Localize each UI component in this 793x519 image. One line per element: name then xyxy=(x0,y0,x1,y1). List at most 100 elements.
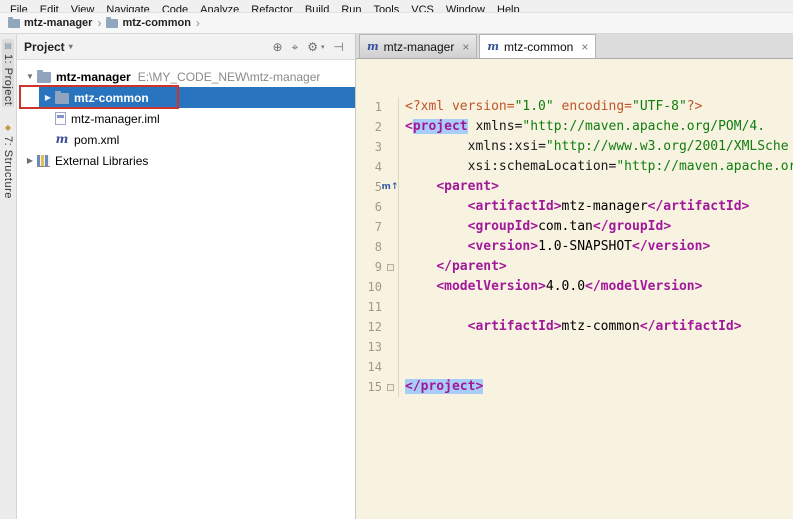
menu-tools[interactable]: Tools xyxy=(368,2,406,13)
editor-tab-bar: mmtz-manager×mmtz-common× xyxy=(356,34,793,59)
gutter: 13 xyxy=(356,337,399,357)
breadcrumb-item-mtz-manager[interactable]: mtz-manager xyxy=(8,17,92,29)
code-text xyxy=(399,297,405,317)
menu-navigate[interactable]: Navigate xyxy=(100,2,155,13)
token-attr: xmlns:xsi= xyxy=(468,139,546,154)
breadcrumb: mtz-manager›mtz-common› xyxy=(0,13,793,34)
menu-analyze[interactable]: Analyze xyxy=(194,2,245,13)
code-line-9[interactable]: 9 </parent> xyxy=(356,257,793,277)
token-val: "http://maven.apache.org xyxy=(616,159,793,174)
close-tab-icon[interactable]: × xyxy=(462,40,469,54)
folder-icon xyxy=(55,93,69,104)
settings-gear-icon[interactable]: ⚙ xyxy=(307,40,318,54)
libs-icon xyxy=(37,155,50,167)
token-text: com.tan xyxy=(538,219,593,234)
project-tree: ▼mtz-managerE:\MY_CODE_NEW\mtz-manager▶m… xyxy=(17,60,355,519)
tree-node-mtz-manager[interactable]: ▼mtz-managerE:\MY_CODE_NEW\mtz-manager xyxy=(17,66,355,87)
code-line-11[interactable]: 11 xyxy=(356,297,793,317)
code-line-6[interactable]: 6 <artifactId>mtz-manager</artifactId> xyxy=(356,197,793,217)
hide-panel-icon[interactable]: ⊣ xyxy=(334,40,344,54)
collapse-arrow-icon[interactable]: ▼ xyxy=(23,72,37,81)
left-tool-strip: ▤1: Project ◆7: Structure xyxy=(0,34,17,519)
maven-file-icon: m xyxy=(55,133,69,146)
code-line-4[interactable]: 4 xsi:schemaLocation="http://maven.apach… xyxy=(356,157,793,177)
menu-code[interactable]: Code xyxy=(156,2,194,13)
gutter: 8 xyxy=(356,237,399,257)
token-plain xyxy=(405,219,468,234)
menu-window[interactable]: Window xyxy=(440,2,491,13)
code-text: <version>1.0-SNAPSHOT</version> xyxy=(399,237,710,257)
code-line-13[interactable]: 13 xyxy=(356,337,793,357)
code-line-15[interactable]: 15</project> xyxy=(356,377,793,397)
tool-button-project[interactable]: ▤1: Project xyxy=(2,39,14,107)
maven-file-icon: m xyxy=(367,40,379,53)
code-line-8[interactable]: 8 <version>1.0-SNAPSHOT</version> xyxy=(356,237,793,257)
tab-mtz-manager[interactable]: mmtz-manager× xyxy=(359,34,477,58)
line-number: 9 xyxy=(356,257,382,277)
tree-node-External Libraries[interactable]: ▶External Libraries xyxy=(17,150,355,171)
breadcrumb-label: mtz-common xyxy=(122,17,190,29)
editor-area: mmtz-manager×mmtz-common× 1<?xml version… xyxy=(356,34,793,519)
tree-node-pom.xml[interactable]: mpom.xml xyxy=(17,129,355,150)
project-view-dropdown[interactable]: Project ▾ xyxy=(24,40,73,54)
collapse-all-icon[interactable]: ⊕ xyxy=(272,40,282,54)
editor[interactable]: 1<?xml version="1.0" encoding="UTF-8"?>2… xyxy=(356,59,793,519)
fold-column xyxy=(382,237,398,257)
code-text: <parent> xyxy=(399,177,499,197)
token-tag: <version> xyxy=(468,239,538,254)
gutter: 12 xyxy=(356,317,399,337)
menu-view[interactable]: View xyxy=(65,2,101,13)
code-line-7[interactable]: 7 <groupId>com.tan</groupId> xyxy=(356,217,793,237)
token-tag: < xyxy=(405,119,413,134)
code-line-5[interactable]: 5m↑ <parent> xyxy=(356,177,793,197)
token-text: mtz-common xyxy=(562,319,640,334)
maven-parent-pom-icon[interactable]: m↑ xyxy=(382,177,399,197)
menu-build[interactable]: Build xyxy=(299,2,335,13)
code-line-1[interactable]: 1<?xml version="1.0" encoding="UTF-8"?> xyxy=(356,97,793,117)
panel-toolbar: ⊕ ⌖ ⚙▾ ⊣ xyxy=(272,40,348,54)
tree-node-path: E:\MY_CODE_NEW\mtz-manager xyxy=(138,70,321,84)
code-text: <modelVersion>4.0.0</modelVersion> xyxy=(399,277,702,297)
chevron-down-icon: ▾ xyxy=(69,42,73,51)
fold-column xyxy=(382,277,398,297)
code-line-12[interactable]: 12 <artifactId>mtz-common</artifactId> xyxy=(356,317,793,337)
fold-marker[interactable] xyxy=(387,384,394,391)
menu-file[interactable]: File xyxy=(4,2,34,13)
token-tag: <artifactId> xyxy=(468,319,562,334)
menu-help[interactable]: Help xyxy=(491,2,526,13)
tab-mtz-common[interactable]: mmtz-common× xyxy=(479,34,596,58)
menu-refactor[interactable]: Refactor xyxy=(245,2,299,13)
menu-edit[interactable]: Edit xyxy=(34,2,65,13)
breadcrumb-item-mtz-common[interactable]: mtz-common xyxy=(106,17,190,29)
line-number: 1 xyxy=(356,97,382,117)
chevron-down-icon: ▾ xyxy=(321,43,325,51)
token-tag: </artifactId> xyxy=(640,319,742,334)
code-text xyxy=(399,357,405,377)
code-line-3[interactable]: 3 xmlns:xsi="http://www.w3.org/2001/XMLS… xyxy=(356,137,793,157)
token-tag: </version> xyxy=(632,239,710,254)
menu-run[interactable]: Run xyxy=(335,2,367,13)
fold-column xyxy=(382,97,398,117)
expand-arrow-icon[interactable]: ▶ xyxy=(23,156,37,165)
token-plain xyxy=(405,139,468,154)
close-tab-icon[interactable]: × xyxy=(581,40,588,54)
menu-vcs[interactable]: VCS xyxy=(405,2,440,13)
code-line-2[interactable]: 2<project xmlns="http://maven.apache.org… xyxy=(356,117,793,137)
code-line-14[interactable]: 14 xyxy=(356,357,793,377)
fold-marker[interactable] xyxy=(387,264,394,271)
code-area: 1<?xml version="1.0" encoding="UTF-8"?>2… xyxy=(356,59,793,397)
gutter: 11 xyxy=(356,297,399,317)
tree-node-mtz-common[interactable]: ▶mtz-common xyxy=(17,87,355,108)
scroll-to-source-icon[interactable]: ⌖ xyxy=(292,40,299,54)
expand-arrow-icon[interactable]: ▶ xyxy=(41,93,55,102)
line-number: 15 xyxy=(356,377,382,397)
tree-node-mtz-manager.iml[interactable]: mtz-manager.iml xyxy=(17,108,355,129)
fold-column xyxy=(382,117,398,137)
token-val: "http://www.w3.org/2001/XMLSche xyxy=(546,139,789,154)
token-taghl: project xyxy=(413,119,468,134)
code-line-10[interactable]: 10 <modelVersion>4.0.0</modelVersion> xyxy=(356,277,793,297)
token-tag: </modelVersion> xyxy=(585,279,702,294)
tool-button-structure[interactable]: ◆7: Structure xyxy=(2,123,14,199)
line-number: 12 xyxy=(356,317,382,337)
line-number: 11 xyxy=(356,297,382,317)
